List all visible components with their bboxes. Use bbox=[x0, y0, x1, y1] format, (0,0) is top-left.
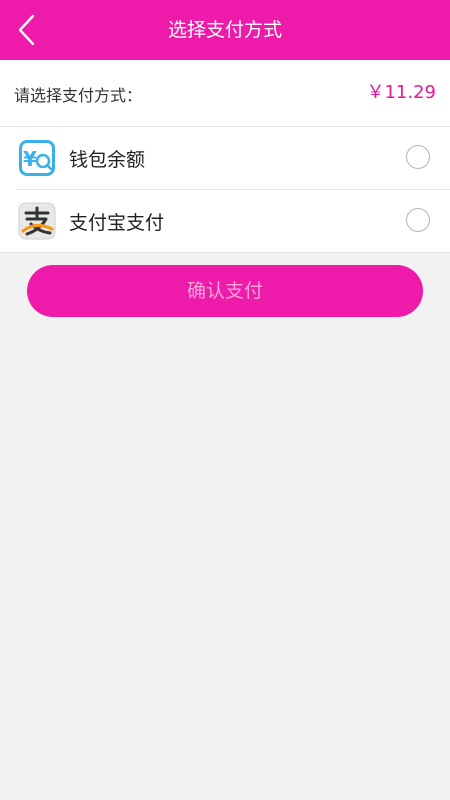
alipay-icon bbox=[18, 202, 56, 240]
payment-method-label: 钱包余额 bbox=[69, 149, 146, 171]
top-bar: 选择支付方式 bbox=[0, 0, 450, 60]
page-title: 选择支付方式 bbox=[167, 19, 282, 41]
payment-method-list: ¥ 钱包余额 支付宝支付 bbox=[0, 127, 450, 253]
payment-method-wallet[interactable]: ¥ 钱包余额 bbox=[0, 127, 450, 189]
payment-method-alipay[interactable]: 支付宝支付 bbox=[16, 189, 450, 252]
svg-text:¥: ¥ bbox=[23, 147, 37, 171]
wallet-radio[interactable] bbox=[406, 145, 430, 169]
confirm-payment-button[interactable]: 确认支付 bbox=[27, 265, 423, 317]
payment-prompt-label: 请选择支付方式： bbox=[14, 86, 143, 105]
wallet-icon: ¥ bbox=[19, 140, 55, 176]
amount-value: ￥11.29 bbox=[366, 82, 436, 103]
payment-method-label: 支付宝支付 bbox=[69, 212, 165, 234]
amount-row: 请选择支付方式： ￥11.29 bbox=[0, 60, 450, 127]
chevron-left-icon bbox=[18, 14, 35, 46]
back-button[interactable] bbox=[6, 10, 46, 50]
alipay-radio[interactable] bbox=[406, 208, 430, 232]
